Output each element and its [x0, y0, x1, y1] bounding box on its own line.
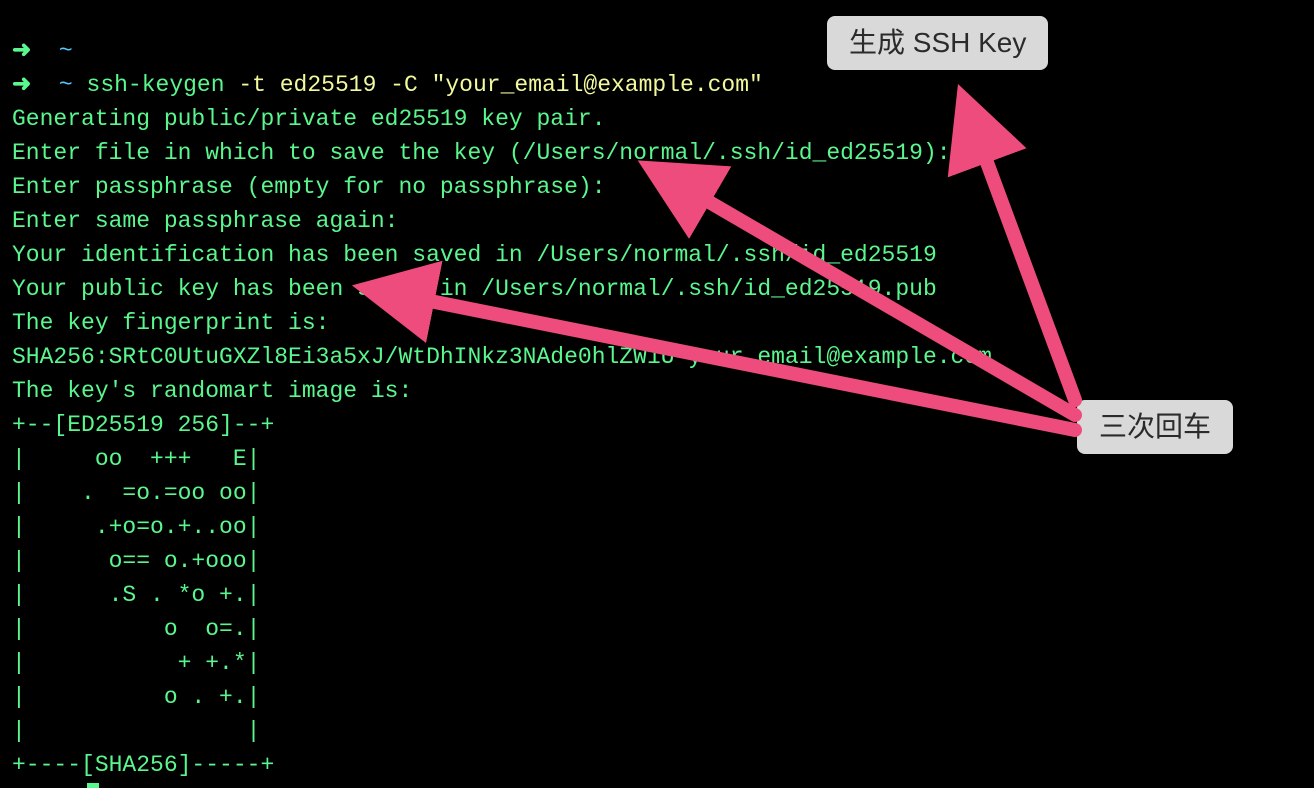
output-line: The key fingerprint is: [12, 310, 329, 336]
randomart-line: | o== o.+ooo| [12, 548, 260, 574]
randomart-line: | oo +++ E| [12, 446, 260, 472]
output-line: Your identification has been saved in /U… [12, 242, 937, 268]
callout-three-enters: 三次回车 [1077, 400, 1233, 454]
command-args: -t ed25519 -C "your_email@example.com" [225, 72, 763, 98]
randomart-line: +----[SHA256]-----+ [12, 752, 274, 778]
randomart-line: +--[ED25519 256]--+ [12, 412, 274, 438]
output-line: Generating public/private ed25519 key pa… [12, 106, 606, 132]
randomart-line: | + +.*| [12, 650, 260, 676]
terminal[interactable]: ➜ ~ ➜ ~ ssh-keygen -t ed25519 -C "your_e… [0, 0, 1314, 788]
prompt-path: ~ [59, 38, 73, 64]
output-line: Enter same passphrase again: [12, 208, 398, 234]
prompt-arrow: ➜ [12, 38, 31, 64]
randomart-line: | | [12, 718, 260, 744]
randomart-line: | . =o.=oo oo| [12, 480, 260, 506]
output-line: Enter passphrase (empty for no passphras… [12, 174, 606, 200]
randomart-line: | .+o=o.+..oo| [12, 514, 260, 540]
output-line: The key's randomart image is: [12, 378, 412, 404]
output-line: SHA256:SRtC0UtuGXZl8Ei3a5xJ/WtDhINkz3NAd… [12, 344, 992, 370]
randomart-line: | o . +.| [12, 684, 260, 710]
output-line: Your public key has been saved in /Users… [12, 276, 937, 302]
output-line: Enter file in which to save the key (/Us… [12, 140, 951, 166]
callout-generate-ssh-key: 生成 SSH Key [827, 16, 1048, 70]
randomart-line: | o o=.| [12, 616, 260, 642]
randomart-line: | .S . *o +.| [12, 582, 260, 608]
command: ssh-keygen [87, 72, 225, 98]
prompt-arrow: ➜ [12, 72, 31, 98]
prompt-path: ~ [59, 72, 73, 98]
cursor-block [87, 783, 99, 788]
